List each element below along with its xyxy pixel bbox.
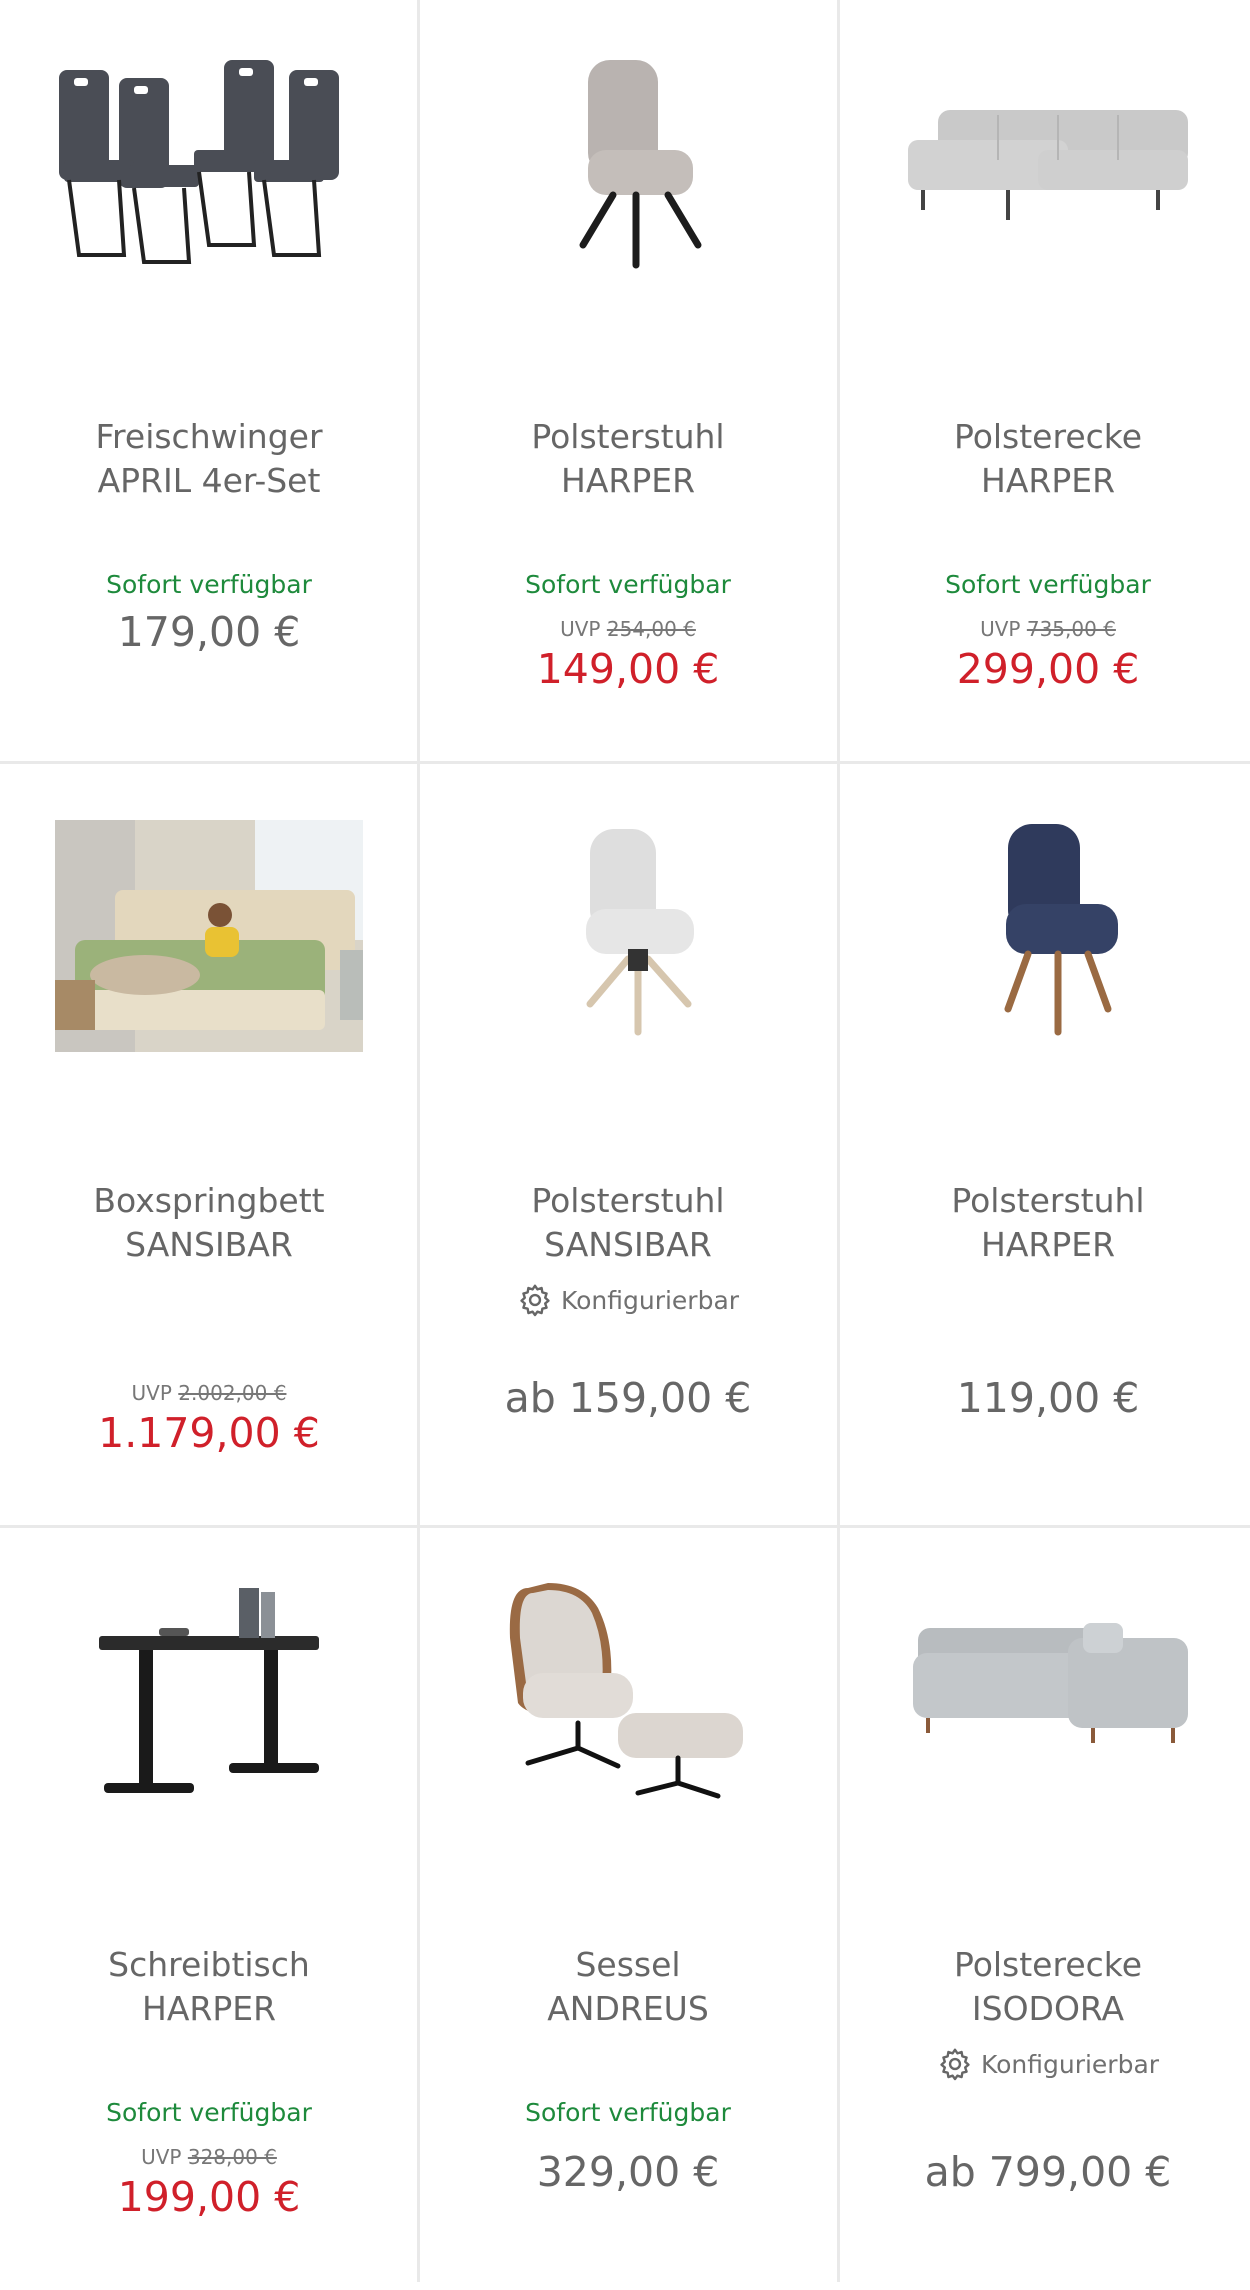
product-name-line2[interactable]: APRIL 4er-Set xyxy=(20,459,398,503)
product-image[interactable] xyxy=(0,40,418,280)
availability-label: Sofort verfügbar xyxy=(106,2098,312,2127)
configurable-badge[interactable]: Konfigurierbar xyxy=(419,1282,837,1318)
uvp-label: UVP xyxy=(560,617,601,641)
chairs-set-image xyxy=(59,60,339,264)
gear-icon xyxy=(520,1284,550,1317)
product-name[interactable]: Freischwinger APRIL 4er-Set xyxy=(20,415,398,503)
product-grid: Freischwinger APRIL 4er-Set Sofort verfü… xyxy=(0,0,1250,2282)
uvp-value: 735,00 € xyxy=(1026,617,1116,641)
product-image[interactable] xyxy=(419,1568,837,1808)
sale-price: 1.179,00 € xyxy=(98,1409,320,1457)
armchair-image xyxy=(509,1583,743,1799)
product-name[interactable]: Boxspringbett SANSIBAR xyxy=(20,1179,398,1267)
desk-image xyxy=(99,1588,319,1793)
uvp-value: 254,00 € xyxy=(606,617,696,641)
product-name-line2[interactable]: HARPER xyxy=(20,1987,398,2031)
product-name-line1[interactable]: Sessel xyxy=(439,1943,817,1987)
product-image[interactable] xyxy=(839,40,1250,280)
product-name-line2[interactable]: HARPER xyxy=(859,1223,1237,1267)
product-image[interactable] xyxy=(419,804,837,1044)
availability-label: Sofort verfügbar xyxy=(525,570,731,599)
product-name-line1[interactable]: Polsterecke xyxy=(859,415,1237,459)
sale-price: 199,00 € xyxy=(117,2173,301,2221)
product-name-line1[interactable]: Polsterstuhl xyxy=(439,1179,817,1223)
product-image[interactable] xyxy=(419,40,837,280)
product-name-line1[interactable]: Polsterstuhl xyxy=(859,1179,1237,1223)
product-image[interactable] xyxy=(839,804,1250,1044)
product-price: ab 799,00 € xyxy=(924,2148,1172,2196)
availability-label: Sofort verfügbar xyxy=(525,2098,731,2127)
availability-label: Sofort verfügbar xyxy=(106,570,312,599)
product-name[interactable]: Polsterstuhl SANSIBAR xyxy=(439,1179,817,1267)
bedroom-photo-image xyxy=(55,820,363,1052)
corner-sofa-image xyxy=(908,110,1188,220)
product-name-line1[interactable]: Polsterstuhl xyxy=(439,415,817,459)
product-name-line1[interactable]: Boxspringbett xyxy=(20,1179,398,1223)
product-name-line2[interactable]: HARPER xyxy=(439,459,817,503)
product-price: 179,00 € xyxy=(117,608,301,656)
product-name-line2[interactable]: SANSIBAR xyxy=(439,1223,817,1267)
product-name-line2[interactable]: HARPER xyxy=(859,459,1237,503)
product-name[interactable]: Sessel ANDREUS xyxy=(439,1943,817,2031)
product-card[interactable]: Schreibtisch HARPER Sofort verfügbar UVP… xyxy=(0,1528,418,2290)
product-name-line1[interactable]: Polsterecke xyxy=(859,1943,1237,1987)
product-name-line2[interactable]: SANSIBAR xyxy=(20,1223,398,1267)
uvp-price: UVP 735,00 € xyxy=(839,617,1250,641)
configurable-badge[interactable]: Konfigurierbar xyxy=(839,2046,1250,2082)
product-name[interactable]: Polsterecke ISODORA xyxy=(859,1943,1237,2031)
product-name-line2[interactable]: ANDREUS xyxy=(439,1987,817,2031)
product-card[interactable]: Polsterstuhl SANSIBAR Konfigurierbar ab … xyxy=(419,764,837,1526)
product-card[interactable]: Sessel ANDREUS Sofort verfügbar 329,00 € xyxy=(419,1528,837,2290)
product-card[interactable]: Polsterecke HARPER Sofort verfügbar UVP … xyxy=(839,0,1250,762)
product-price: 119,00 € xyxy=(956,1374,1140,1422)
product-name[interactable]: Polsterstuhl HARPER xyxy=(859,1179,1237,1267)
product-name-line1[interactable]: Freischwinger xyxy=(20,415,398,459)
product-price: ab 159,00 € xyxy=(504,1374,752,1422)
gear-icon xyxy=(940,2048,970,2081)
product-name[interactable]: Polsterstuhl HARPER xyxy=(439,415,817,503)
uvp-label: UVP xyxy=(141,2145,182,2169)
uvp-label: UVP xyxy=(980,617,1021,641)
product-card[interactable]: Freischwinger APRIL 4er-Set Sofort verfü… xyxy=(0,0,418,762)
uvp-price: UVP 254,00 € xyxy=(419,617,837,641)
uvp-price: UVP 2.002,00 € xyxy=(0,1381,418,1405)
chair-image xyxy=(586,829,694,1036)
product-image[interactable] xyxy=(0,820,418,1060)
availability-label: Sofort verfügbar xyxy=(945,570,1151,599)
uvp-value: 328,00 € xyxy=(187,2145,277,2169)
product-card[interactable]: Polsterecke ISODORA Konfigurierbar ab 79… xyxy=(839,1528,1250,2290)
chair-image xyxy=(1004,824,1118,1036)
uvp-price: UVP 328,00 € xyxy=(0,2145,418,2169)
product-card[interactable]: Polsterstuhl HARPER 119,00 € xyxy=(839,764,1250,1526)
product-price: 329,00 € xyxy=(536,2148,720,2196)
product-name[interactable]: Polsterecke HARPER xyxy=(859,415,1237,503)
product-card[interactable]: Boxspringbett SANSIBAR UVP 2.002,00 € 1.… xyxy=(0,764,418,1526)
product-card[interactable]: Polsterstuhl HARPER Sofort verfügbar UVP… xyxy=(419,0,837,762)
sale-price: 149,00 € xyxy=(536,645,720,693)
uvp-value: 2.002,00 € xyxy=(178,1381,287,1405)
sale-price: 299,00 € xyxy=(956,645,1140,693)
product-name[interactable]: Schreibtisch HARPER xyxy=(20,1943,398,2031)
configurable-label: Konfigurierbar xyxy=(560,1285,740,1315)
product-image[interactable] xyxy=(0,1568,418,1808)
corner-sofa-image xyxy=(913,1623,1188,1743)
product-name-line1[interactable]: Schreibtisch xyxy=(20,1943,398,1987)
configurable-label: Konfigurierbar xyxy=(980,2049,1160,2079)
product-name-line2[interactable]: ISODORA xyxy=(859,1987,1237,2031)
uvp-label: UVP xyxy=(131,1381,172,1405)
chair-image xyxy=(579,60,702,269)
product-image[interactable] xyxy=(839,1568,1250,1808)
